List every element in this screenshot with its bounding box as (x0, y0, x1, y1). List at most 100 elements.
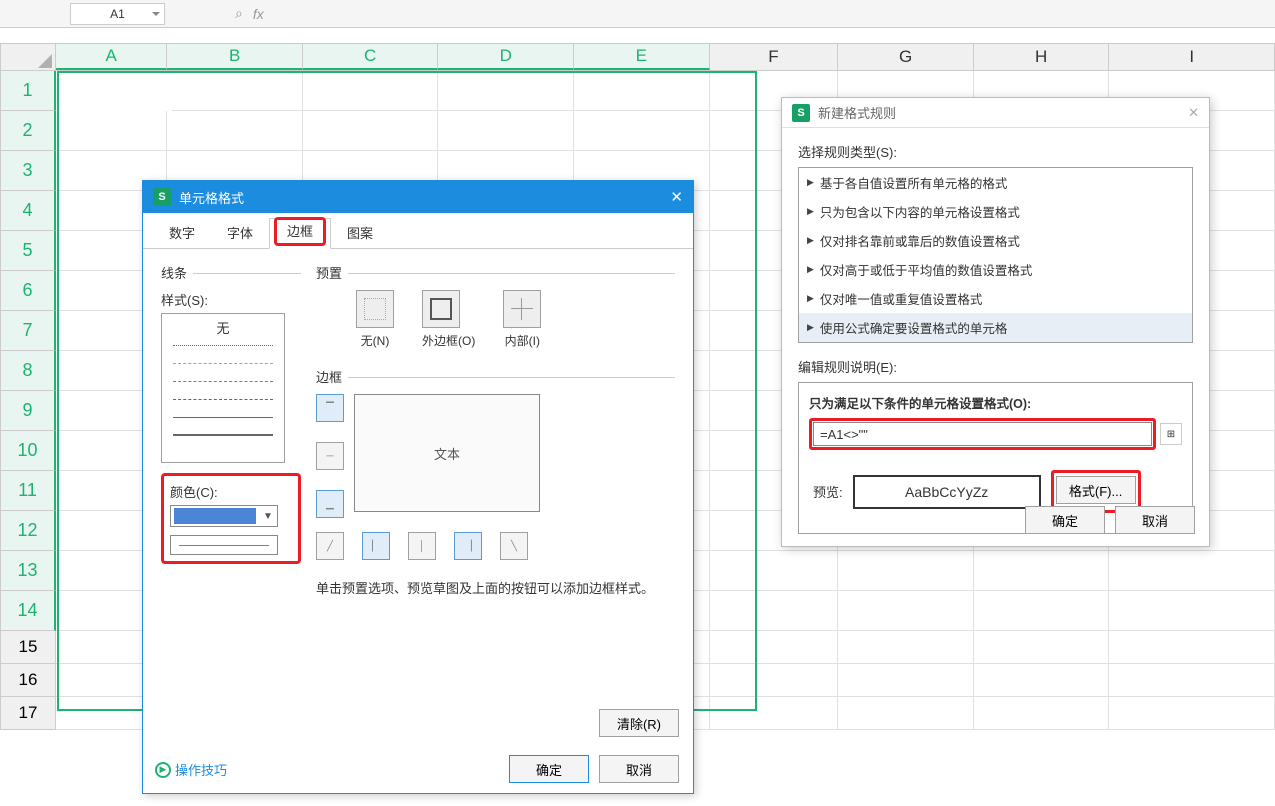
cell[interactable] (1109, 631, 1275, 664)
tab-2[interactable]: 边框 (269, 218, 331, 249)
fx-label[interactable]: fx (253, 6, 264, 22)
range-picker-button[interactable]: ⊞ (1160, 423, 1182, 445)
cell[interactable] (974, 551, 1110, 591)
cell[interactable] (838, 631, 974, 664)
style-dashdot[interactable] (166, 372, 280, 390)
dialog-titlebar[interactable]: S 单元格格式 ✕ (143, 181, 693, 213)
row-header-7[interactable]: 7 (0, 311, 56, 351)
row-header-16[interactable]: 16 (0, 664, 56, 697)
formula-input[interactable]: =A1<>"" (813, 422, 1152, 446)
style-medium[interactable] (166, 426, 280, 444)
style-dashed[interactable] (166, 390, 280, 408)
row-header-3[interactable]: 3 (0, 151, 56, 191)
cell[interactable] (974, 591, 1110, 631)
cell[interactable] (1109, 664, 1275, 697)
row-header-2[interactable]: 2 (0, 111, 56, 151)
close-icon[interactable]: ✕ (670, 188, 683, 206)
col-header-G[interactable]: G (838, 44, 974, 70)
border-right-toggle[interactable]: ▕ (454, 532, 482, 560)
cell[interactable] (574, 71, 710, 111)
row-header-17[interactable]: 17 (0, 697, 56, 730)
cancel-button[interactable]: 取消 (599, 755, 679, 783)
cell[interactable] (710, 631, 839, 664)
row-header-12[interactable]: 12 (0, 511, 56, 551)
tab-3[interactable]: 图案 (331, 217, 389, 248)
cell[interactable] (710, 551, 839, 591)
style-dotted[interactable] (166, 336, 280, 354)
preset-inner[interactable]: 内部(I) (503, 290, 541, 349)
rule-item-2[interactable]: ▶仅对排名靠前或靠后的数值设置格式 (799, 226, 1192, 255)
help-link[interactable]: ▶ 操作技巧 (155, 760, 227, 779)
col-header-H[interactable]: H (974, 44, 1110, 70)
row-header-11[interactable]: 11 (0, 471, 56, 511)
border-top-toggle[interactable]: ▔ (316, 394, 344, 422)
cell[interactable] (1109, 551, 1275, 591)
ok-button[interactable]: 确定 (1025, 506, 1105, 534)
preset-none[interactable]: 无(N) (356, 290, 394, 349)
col-header-E[interactable]: E (574, 44, 710, 70)
row-header-14[interactable]: 14 (0, 591, 56, 631)
cell[interactable] (838, 664, 974, 697)
format-button[interactable]: 格式(F)... (1056, 476, 1136, 504)
rule-item-5[interactable]: ▶使用公式确定要设置格式的单元格 (799, 313, 1192, 342)
cell[interactable] (710, 664, 839, 697)
close-icon[interactable]: ✕ (1188, 105, 1199, 121)
row-header-6[interactable]: 6 (0, 271, 56, 311)
rule-item-3[interactable]: ▶仅对高于或低于平均值的数值设置格式 (799, 255, 1192, 284)
style-dashed-fine[interactable] (166, 354, 280, 372)
cell[interactable] (710, 697, 839, 730)
ok-button[interactable]: 确定 (509, 755, 589, 783)
col-header-C[interactable]: C (303, 44, 439, 70)
preset-outer[interactable]: 外边框(O) (422, 290, 475, 349)
col-header-I[interactable]: I (1109, 44, 1275, 70)
border-left-toggle[interactable]: ▏ (362, 532, 390, 560)
row-header-15[interactable]: 15 (0, 631, 56, 664)
rule-item-4[interactable]: ▶仅对唯一值或重复值设置格式 (799, 284, 1192, 313)
cell[interactable] (167, 71, 303, 111)
style-thin[interactable] (166, 408, 280, 426)
row-header-4[interactable]: 4 (0, 191, 56, 231)
row-header-13[interactable]: 13 (0, 551, 56, 591)
cell[interactable] (838, 591, 974, 631)
rule-item-0[interactable]: ▶基于各自值设置所有单元格的格式 (799, 168, 1192, 197)
border-bottom-toggle[interactable]: ▁ (316, 490, 344, 518)
cell[interactable] (574, 111, 710, 151)
tab-1[interactable]: 字体 (211, 217, 269, 248)
cell[interactable] (303, 71, 439, 111)
cell[interactable] (974, 697, 1110, 730)
col-header-D[interactable]: D (438, 44, 574, 70)
cell[interactable] (303, 111, 439, 151)
row-header-9[interactable]: 9 (0, 391, 56, 431)
color-dropdown[interactable]: ▼ (170, 505, 278, 527)
tab-0[interactable]: 数字 (153, 217, 211, 248)
border-vmid-toggle[interactable]: │ (408, 532, 436, 560)
cell[interactable] (974, 631, 1110, 664)
line-style-list[interactable]: 无 (161, 313, 285, 463)
cell[interactable] (838, 697, 974, 730)
cancel-button[interactable]: 取消 (1115, 506, 1195, 534)
name-box[interactable]: A1 (70, 3, 165, 25)
row-header-8[interactable]: 8 (0, 351, 56, 391)
rule-item-1[interactable]: ▶只为包含以下内容的单元格设置格式 (799, 197, 1192, 226)
style-none[interactable]: 无 (166, 318, 280, 336)
cell[interactable] (438, 111, 574, 151)
cell[interactable] (438, 71, 574, 111)
col-header-B[interactable]: B (167, 44, 303, 70)
dialog-titlebar[interactable]: S 新建格式规则 ✕ (782, 98, 1209, 128)
cell[interactable] (974, 664, 1110, 697)
cell[interactable] (1109, 591, 1275, 631)
border-diag1-toggle[interactable]: ╱ (316, 532, 344, 560)
rule-type-list[interactable]: ▶基于各自值设置所有单元格的格式▶只为包含以下内容的单元格设置格式▶仅对排名靠前… (798, 167, 1193, 343)
cell[interactable] (56, 111, 167, 151)
row-header-1[interactable]: 1 (0, 71, 56, 111)
col-header-F[interactable]: F (710, 44, 839, 70)
row-header-5[interactable]: 5 (0, 231, 56, 271)
cell[interactable] (838, 551, 974, 591)
border-diag2-toggle[interactable]: ╲ (500, 532, 528, 560)
border-hmid-toggle[interactable]: ─ (316, 442, 344, 470)
cell[interactable] (710, 591, 839, 631)
col-header-A[interactable]: A (56, 44, 167, 70)
clear-button[interactable]: 清除(R) (599, 709, 679, 737)
cell[interactable] (167, 111, 303, 151)
search-icon[interactable]: ⌕ (235, 5, 243, 22)
